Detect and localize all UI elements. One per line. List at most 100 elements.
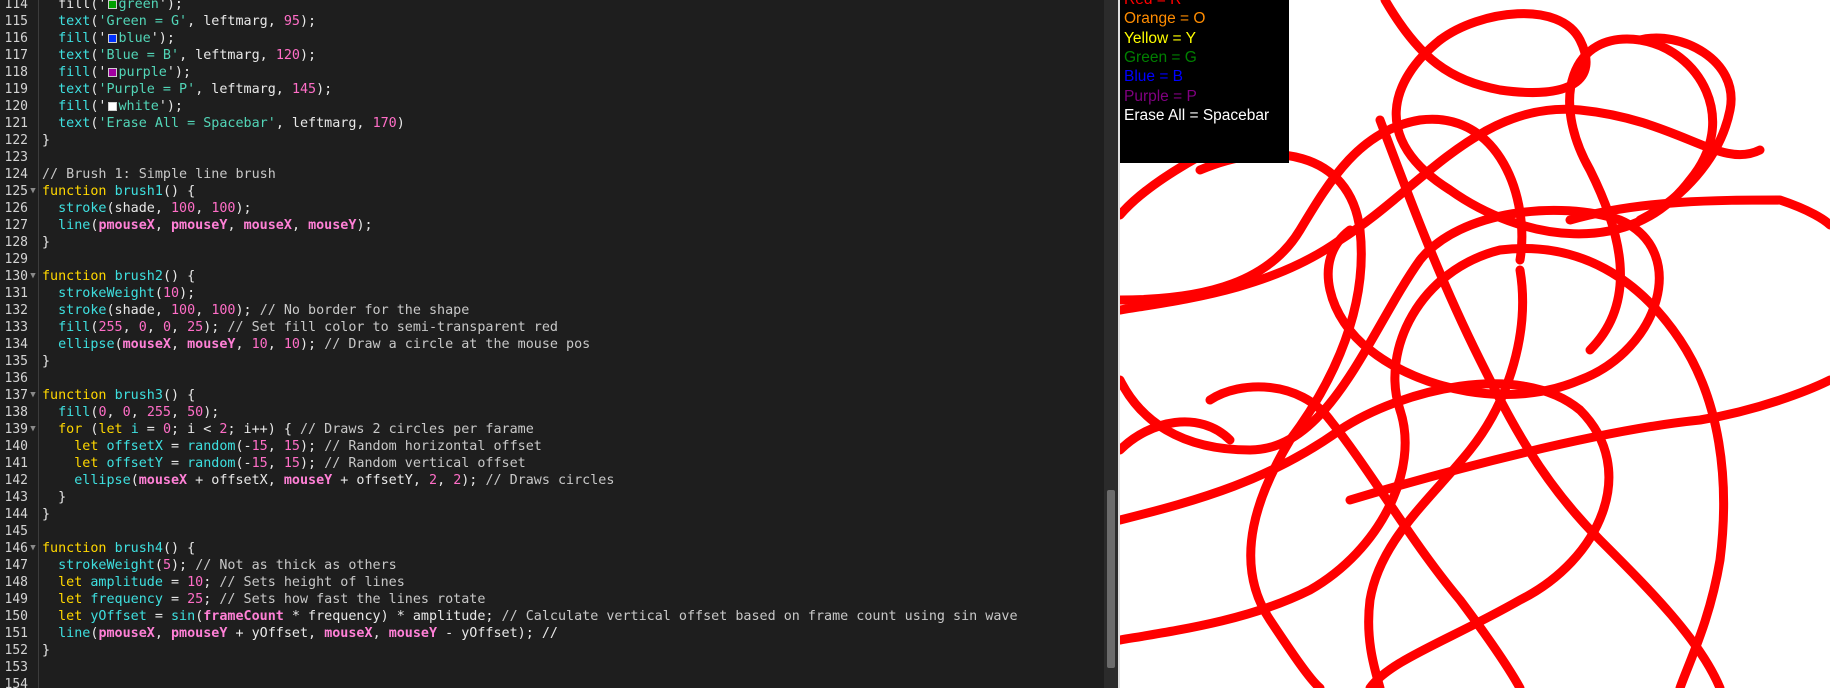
code-line[interactable]: 153 — [0, 659, 1100, 676]
code-line[interactable]: 130 ▼ function brush2() { — [0, 268, 1100, 285]
code-token: let — [58, 609, 83, 624]
code-token: , — [106, 405, 123, 420]
code-token: pmouseX — [98, 218, 155, 233]
code-token: , — [154, 626, 171, 641]
code-line[interactable]: 135} — [0, 353, 1100, 370]
fold-toggle-icon[interactable]: ▼ — [28, 421, 38, 438]
code-line[interactable]: 149 let frequency = 25; // Sets how fast… — [0, 591, 1100, 608]
code-token: 'Blue = B' — [98, 48, 180, 63]
code-token: = — [146, 609, 171, 624]
code-line[interactable]: 148 let amplitude = 10; // Sets height o… — [0, 574, 1100, 591]
line-number: 151 — [4, 626, 28, 641]
code-line[interactable]: 131 strokeWeight(10); — [0, 285, 1100, 302]
code-line[interactable]: 154 — [0, 676, 1100, 688]
code-line[interactable]: 125 ▼ function brush1() { — [0, 183, 1100, 200]
code-editor[interactable]: 114 fill(' green'); 115 text('Green = G', … — [0, 0, 1104, 688]
code-line[interactable]: 151 line(pmouseX, pmouseY + yOffset, mou… — [0, 625, 1100, 642]
code-line[interactable]: 137 ▼ function brush3() { — [0, 387, 1100, 404]
code-token: sin — [171, 609, 196, 624]
code-line[interactable]: 122} — [0, 132, 1100, 149]
code-line[interactable]: 141 let offsetY = random(-15, 15); // Ra… — [0, 455, 1100, 472]
code-line[interactable]: 138 fill(0, 0, 255, 50); — [0, 404, 1100, 421]
code-token: ) — [396, 116, 405, 131]
code-line[interactable]: 120 fill(' white'); — [0, 98, 1100, 115]
code-text: ellipse(mouseX + offsetX, mouseY + offse… — [42, 472, 614, 489]
code-token: mouseX — [122, 337, 171, 352]
code-line[interactable]: 118 fill(' purple'); — [0, 64, 1100, 81]
legend-item: Erase All = Spacebar — [1124, 106, 1270, 124]
code-line[interactable]: 136 — [0, 370, 1100, 387]
code-line[interactable]: 129 — [0, 251, 1100, 268]
code-token: (- — [235, 456, 252, 471]
code-token: } — [42, 507, 51, 522]
line-number: 125 — [4, 184, 28, 199]
code-line[interactable]: 115 text('Green = G', leftmarg, 95); — [0, 13, 1100, 30]
code-token: function — [42, 269, 107, 284]
code-token: 50 — [187, 405, 204, 420]
code-line[interactable]: 142 ellipse(mouseX + offsetX, mouseY + o… — [0, 472, 1100, 489]
code-line[interactable]: 116 fill(' blue'); — [0, 30, 1100, 47]
code-token: mouseX — [243, 218, 292, 233]
code-token: = — [162, 439, 188, 454]
code-token: ); — [235, 201, 252, 216]
code-line[interactable]: 145 — [0, 523, 1100, 540]
code-line[interactable]: 150 let yOffset = sin(frameCount * frequ… — [0, 608, 1100, 625]
code-token: , — [437, 473, 454, 488]
code-token: 100 — [211, 201, 236, 216]
code-token: ( — [82, 422, 99, 437]
code-line[interactable]: 127 line(pmouseX, pmouseY, mouseX, mouse… — [0, 217, 1100, 234]
line-number: 154 — [4, 677, 28, 688]
code-line[interactable]: 121 text('Erase All = Spacebar', leftmar… — [0, 115, 1100, 132]
code-line[interactable]: 133 fill(255, 0, 0, 25); // Set fill col… — [0, 319, 1100, 336]
code-token: '); — [166, 65, 192, 80]
code-line[interactable]: 147 strokeWeight(5); // Not as thick as … — [0, 557, 1100, 574]
code-line[interactable]: 126 stroke(shade, 100, 100); — [0, 200, 1100, 217]
code-line[interactable]: 143 } — [0, 489, 1100, 506]
scrollbar-thumb[interactable] — [1107, 490, 1115, 668]
code-token: // Not as thick as others — [195, 558, 397, 573]
code-token: 0 — [98, 405, 107, 420]
code-line[interactable]: 152} — [0, 642, 1100, 659]
line-number: 136 — [4, 371, 28, 386]
code-text: let offsetY = random(-15, 15); // Random… — [42, 455, 525, 472]
code-text: let offsetX = random(-15, 15); // Random… — [42, 438, 542, 455]
code-token: stroke — [58, 201, 107, 216]
code-line[interactable]: 128} — [0, 234, 1100, 251]
code-line[interactable]: 132 stroke(shade, 100, 100); // No borde… — [0, 302, 1100, 319]
code-text: strokeWeight(10); — [42, 285, 195, 302]
code-text: } — [42, 353, 50, 370]
editor-scrollbar[interactable] — [1104, 0, 1118, 688]
fold-toggle-icon[interactable]: ▼ — [28, 387, 38, 404]
code-token: (' — [90, 65, 107, 80]
code-token: 95 — [283, 14, 300, 29]
line-number: 137 — [4, 388, 28, 403]
code-line[interactable]: 117 text('Blue = B', leftmarg, 120); — [0, 47, 1100, 64]
code-token: ( — [154, 286, 163, 301]
fold-toggle-icon[interactable]: ▼ — [28, 183, 38, 200]
code-line[interactable]: 123 — [0, 149, 1100, 166]
line-number: 114 — [4, 0, 28, 12]
sketch-canvas[interactable]: Red = ROrange = OYellow = YGreen = GBlue… — [1120, 0, 1830, 688]
code-line[interactable]: 114 fill(' green'); — [0, 0, 1100, 13]
code-line[interactable]: 144} — [0, 506, 1100, 523]
code-line[interactable]: 139 ▼ for (let i = 0; i < 2; i++) { // Dr… — [0, 421, 1100, 438]
code-token: 120 — [275, 48, 300, 63]
code-line[interactable]: 146 ▼ function brush4() { — [0, 540, 1100, 557]
code-token: } — [42, 490, 67, 505]
fold-toggle-icon[interactable]: ▼ — [28, 540, 38, 557]
code-line[interactable]: 134 ellipse(mouseX, mouseY, 10, 10); // … — [0, 336, 1100, 353]
code-line[interactable]: 124 // Brush 1: Simple line brush — [0, 166, 1100, 183]
code-lines[interactable]: 114 fill(' green'); 115 text('Green = G', … — [0, 0, 1100, 688]
code-line[interactable]: 140 let offsetX = random(-15, 15); // Ra… — [0, 438, 1100, 455]
code-line[interactable]: 119 text('Purple = P', leftmarg, 145); — [0, 81, 1100, 98]
code-token: 10 — [187, 575, 204, 590]
line-number: 138 — [4, 405, 28, 420]
fold-toggle-icon[interactable]: ▼ — [28, 268, 38, 285]
code-token: 10 — [251, 337, 268, 352]
code-token: ); — [316, 82, 333, 97]
